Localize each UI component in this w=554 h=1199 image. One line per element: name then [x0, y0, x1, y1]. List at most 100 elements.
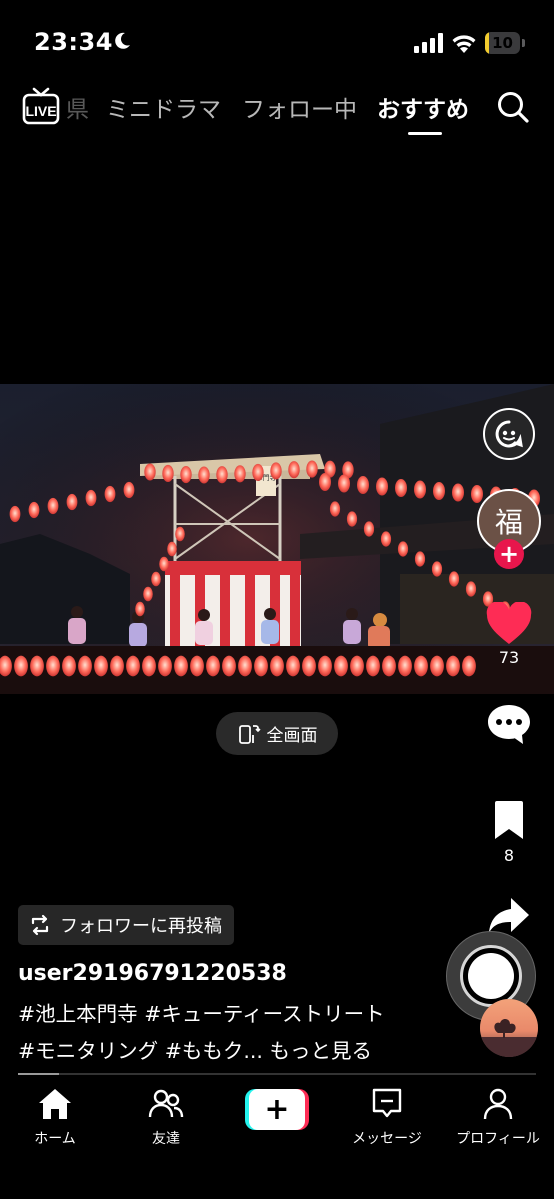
paper-lantern [159, 556, 169, 572]
paper-lantern [175, 526, 185, 542]
home-icon [39, 1089, 71, 1119]
paper-lantern [123, 481, 135, 499]
paper-lantern [167, 541, 177, 557]
comment-icon [488, 705, 530, 744]
paper-lantern [190, 655, 204, 677]
paper-lantern [306, 460, 318, 478]
sunset-thumbnail [480, 999, 538, 1057]
wifi-icon [452, 35, 476, 53]
heart-icon [486, 602, 532, 644]
paper-lantern [431, 561, 443, 577]
paper-lantern [319, 473, 331, 491]
paper-lantern [363, 521, 375, 537]
ai-chat-icon [495, 420, 523, 448]
fullscreen-button[interactable]: 全画面 [216, 712, 338, 755]
paper-lantern [85, 489, 97, 507]
status-time: 23:34 [34, 28, 113, 56]
paper-lantern [395, 479, 407, 497]
video-progress-bar[interactable] [18, 1073, 536, 1075]
paper-lantern [376, 477, 388, 496]
like-button[interactable]: 73 [484, 602, 534, 667]
paper-lantern [380, 531, 392, 547]
see-more-link[interactable]: もっと見る [269, 1039, 372, 1063]
festival-video-frame: 本門寺 [0, 384, 554, 694]
bookmark-icon [495, 801, 523, 839]
paper-lantern [382, 655, 396, 677]
paper-lantern [430, 655, 444, 677]
paper-lantern [318, 655, 332, 677]
paper-lantern [238, 655, 252, 677]
paper-lantern [414, 655, 428, 677]
follow-button[interactable]: + [494, 539, 524, 569]
moon-icon [115, 32, 130, 49]
paper-lantern [104, 485, 116, 503]
repost-label: フォロワーに再投稿 [60, 916, 222, 937]
fullscreen-label: 全画面 [266, 726, 318, 746]
tab-following[interactable]: フォロー中 [242, 90, 357, 124]
ai-comment-button[interactable] [483, 408, 535, 460]
paper-lantern [446, 655, 460, 677]
paper-lantern [206, 655, 220, 677]
signal-icon [414, 33, 443, 53]
caption-line-2[interactable]: #モニタリング #ももク... [18, 1039, 263, 1063]
paper-lantern [346, 511, 358, 527]
paper-lantern [158, 655, 172, 677]
tab-local[interactable]: 県 [66, 90, 89, 124]
live-icon[interactable]: LIVE [22, 86, 60, 126]
nav-home[interactable]: ホーム [0, 1086, 110, 1148]
battery-level: 10 [492, 34, 513, 52]
repost-icon [31, 914, 49, 936]
paper-lantern [465, 581, 477, 597]
paper-lantern [252, 463, 264, 481]
search-icon[interactable] [496, 90, 530, 124]
tab-minidrama[interactable]: ミニドラマ [106, 90, 221, 124]
paper-lantern [270, 655, 284, 677]
share-icon [489, 898, 529, 933]
paper-lantern [216, 466, 228, 484]
paper-lantern [234, 465, 246, 483]
like-count: 73 [498, 648, 520, 667]
nav-home-label: ホーム [34, 1131, 76, 1147]
nav-friends-label: 友達 [152, 1131, 180, 1147]
paper-lantern [350, 655, 364, 677]
battery-indicator: 10 [485, 32, 525, 54]
bottom-nav: ホーム 友達 + メッセージ プロフィール [0, 1078, 554, 1199]
paper-lantern [162, 464, 174, 482]
username[interactable]: user29196791220538 [18, 961, 287, 986]
paper-lantern [110, 655, 124, 677]
repost-badge[interactable]: フォロワーに再投稿 [18, 905, 234, 945]
video-player[interactable]: 本門寺 [0, 384, 554, 694]
status-bar: 23:34 10 [0, 0, 554, 80]
paper-lantern [452, 483, 464, 502]
paper-lantern [433, 482, 445, 500]
paper-lantern [334, 655, 348, 677]
paper-lantern [28, 501, 40, 519]
paper-lantern [462, 655, 476, 677]
music-disc[interactable] [480, 999, 538, 1057]
nav-friends[interactable]: 友達 [111, 1086, 221, 1148]
live-label: LIVE [25, 103, 56, 119]
create-plus-icon: + [249, 1089, 305, 1130]
bookmark-button[interactable]: 8 [488, 800, 530, 865]
nav-profile-label: プロフィール [456, 1131, 540, 1147]
paper-lantern [151, 571, 161, 587]
paper-lantern [448, 571, 460, 587]
rotate-screen-icon [238, 724, 261, 744]
share-button[interactable] [487, 896, 531, 936]
bookmark-count: 8 [503, 846, 515, 865]
paper-lantern [126, 655, 140, 677]
create-button[interactable]: + [245, 1089, 309, 1130]
paper-lantern [180, 465, 192, 484]
nav-inbox-label: メッセージ [352, 1131, 422, 1147]
paper-lantern [47, 497, 59, 515]
paper-lantern [397, 541, 409, 557]
top-nav: LIVE 県 ミニドラマ フォロー中 おすすめ [0, 82, 554, 138]
caption: #池上本門寺 #キューティーストリート #モニタリング #ももク... もっと見… [18, 996, 438, 1070]
paper-lantern [270, 462, 282, 480]
tab-for-you[interactable]: おすすめ [377, 90, 469, 124]
nav-inbox[interactable]: メッセージ [332, 1086, 442, 1148]
comment-button[interactable] [486, 702, 532, 746]
nav-profile[interactable]: プロフィール [443, 1086, 553, 1148]
paper-lantern [66, 493, 78, 511]
caption-line-1[interactable]: #池上本門寺 #キューティーストリート [18, 996, 438, 1033]
